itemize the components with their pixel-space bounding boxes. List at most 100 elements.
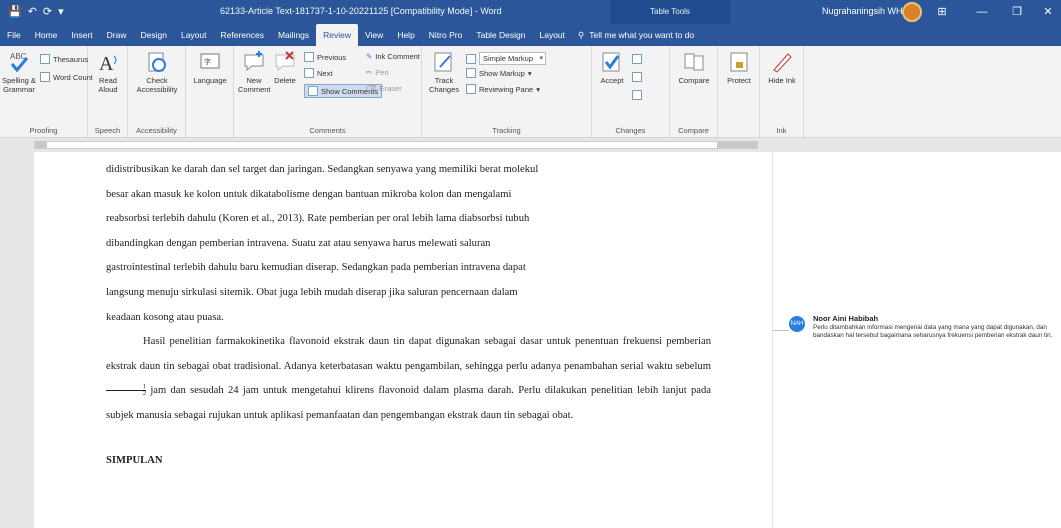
tab-mailings[interactable]: Mailings (271, 24, 316, 46)
tab-view[interactable]: View (358, 24, 390, 46)
redo-icon[interactable]: ⟳ (43, 6, 52, 18)
next-change-icon (632, 90, 642, 100)
previous-icon (304, 52, 314, 62)
ribbon-review: ABC Spelling & Grammar Thesaurus Word Co… (0, 46, 1061, 138)
tab-layout[interactable]: Layout (174, 24, 214, 46)
quick-access-toolbar: 💾 ↶ ⟳ ▾ (0, 6, 170, 18)
accessibility-icon (148, 52, 166, 72)
horizontal-ruler[interactable] (0, 138, 1061, 152)
paragraph-line: gastrointestinal terlebih dahulu baru ke… (106, 262, 526, 274)
comment-text[interactable]: Perlu ditambahkan informasi mengenai dat… (813, 324, 1057, 340)
group-label-changes: Changes (615, 126, 646, 135)
protect-button[interactable]: Protect (722, 50, 756, 85)
group-label-ink: Ink (776, 126, 787, 135)
ribbon-tabs: File Home Insert Draw Design Layout Refe… (0, 24, 1061, 46)
fraction-denominator: 2 (143, 391, 146, 398)
tab-file[interactable]: File (0, 24, 28, 46)
minimize-button[interactable]: — (965, 0, 999, 24)
group-accessibility: Check Accessibility Accessibility (128, 46, 186, 138)
paragraph-line: keadaan kosong atau puasa. (106, 311, 224, 323)
undo-icon[interactable]: ↶ (28, 6, 37, 18)
track-changes-button[interactable]: Track Changes (426, 50, 462, 94)
restore-button[interactable]: ❐ (1000, 0, 1034, 24)
show-markup-icon (466, 68, 476, 78)
reviewing-pane-button[interactable]: Reviewing Pane ▾ (466, 84, 540, 94)
show-markup-button[interactable]: Show Markup ▾ (466, 68, 532, 78)
protect-icon (730, 52, 748, 72)
delete-comment-button[interactable]: Delete (270, 50, 300, 85)
tab-references[interactable]: References (214, 24, 271, 46)
accept-icon (602, 52, 620, 72)
svg-text:A: A (99, 53, 114, 74)
svg-text:字: 字 (204, 57, 211, 66)
word-count-button[interactable]: Word Count (40, 72, 93, 82)
section-heading: SIMPULAN (106, 454, 163, 466)
language-button[interactable]: 字 Language (192, 50, 228, 85)
markup-dropdown[interactable]: Simple Markup (466, 52, 547, 65)
group-tracking: Track Changes Simple Markup Show Markup▾… (422, 46, 592, 138)
close-button[interactable]: ✕ (1035, 0, 1061, 24)
read-aloud-button[interactable]: A Read Aloud (92, 50, 124, 94)
tab-help[interactable]: Help (390, 24, 421, 46)
markup-icon (466, 53, 476, 64)
group-ink: Hide Ink Ink (760, 46, 804, 138)
tab-nitro-pro[interactable]: Nitro Pro (422, 24, 470, 46)
reject-icon (632, 54, 642, 64)
paragraph-2-part-b: jam dan sesudah 24 jam untuk mengetahui … (106, 385, 711, 421)
paragraph-2: Hasil penelitian farmakokinetika flavono… (106, 330, 711, 428)
compare-button[interactable]: Compare (676, 50, 712, 85)
group-label-comments: Comments (309, 126, 346, 135)
show-comments-icon (308, 86, 318, 96)
pen-icon: ✏ (366, 68, 373, 77)
delete-comment-icon (275, 51, 295, 72)
eraser-icon: ⌫ (366, 84, 377, 93)
tab-draw[interactable]: Draw (100, 24, 134, 46)
fraction-numerator: 1 (106, 384, 146, 392)
user-name[interactable]: Nugrahaningsih WH (822, 6, 903, 16)
avatar[interactable] (902, 2, 922, 22)
ink-comment-button[interactable]: ✎ Ink Comment (366, 52, 420, 61)
ribbon-display-options-button[interactable]: ⊞ (925, 0, 959, 24)
document-body[interactable]: didistribusikan ke darah dan sel target … (106, 158, 711, 473)
paragraph-2-part-a: Hasil penelitian farmakokinetika flavono… (106, 336, 711, 372)
accept-button[interactable]: Accept (596, 50, 628, 85)
comment-author: Noor Aini Habibah (813, 314, 879, 323)
next-change-button[interactable] (632, 90, 642, 100)
new-comment-icon (244, 51, 264, 72)
tab-table-layout[interactable]: Layout (532, 24, 572, 46)
new-comment-button[interactable]: New Comment (238, 50, 271, 94)
hide-ink-button[interactable]: Hide Ink (764, 50, 800, 85)
group-speech: A Read Aloud Speech (88, 46, 128, 138)
customize-icon[interactable]: ▾ (58, 6, 64, 18)
next-comment-button[interactable]: Next (304, 68, 332, 78)
comment-avatar: NAH (789, 316, 805, 332)
document-page[interactable]: didistribusikan ke darah dan sel target … (34, 152, 772, 528)
hide-ink-icon (773, 53, 792, 73)
previous-comment-button[interactable]: Previous (304, 52, 346, 62)
spelling-grammar-button[interactable]: ABC Spelling & Grammar (2, 50, 36, 94)
pen-button[interactable]: ✏ Pen (366, 68, 389, 77)
group-compare: Compare Compare (670, 46, 718, 138)
check-accessibility-button[interactable]: Check Accessibility (132, 50, 182, 94)
read-aloud-icon: A (99, 53, 117, 74)
tab-design[interactable]: Design (134, 24, 174, 46)
eraser-button[interactable]: ⌫ Eraser (366, 84, 402, 93)
tab-table-design[interactable]: Table Design (469, 24, 532, 46)
table-tools-context: Table Tools (610, 0, 730, 24)
group-language: 字 Language (186, 46, 234, 138)
tab-home[interactable]: Home (28, 24, 65, 46)
reject-button[interactable] (632, 54, 642, 64)
thesaurus-button[interactable]: Thesaurus (40, 54, 88, 64)
tab-insert[interactable]: Insert (64, 24, 99, 46)
previous-change-button[interactable] (632, 72, 642, 82)
track-changes-icon (434, 52, 452, 72)
previous-change-icon (632, 72, 642, 82)
tell-me-text: Tell me what you want to do (589, 30, 695, 40)
thesaurus-icon (40, 54, 50, 64)
tab-review[interactable]: Review (316, 24, 359, 46)
ink-comment-icon: ✎ (366, 52, 373, 61)
language-icon: 字 (200, 53, 220, 69)
save-icon[interactable]: 💾 (8, 6, 22, 18)
tell-me-box[interactable]: ⚲ Tell me what you want to do (572, 24, 694, 46)
word-count-icon (40, 72, 50, 82)
